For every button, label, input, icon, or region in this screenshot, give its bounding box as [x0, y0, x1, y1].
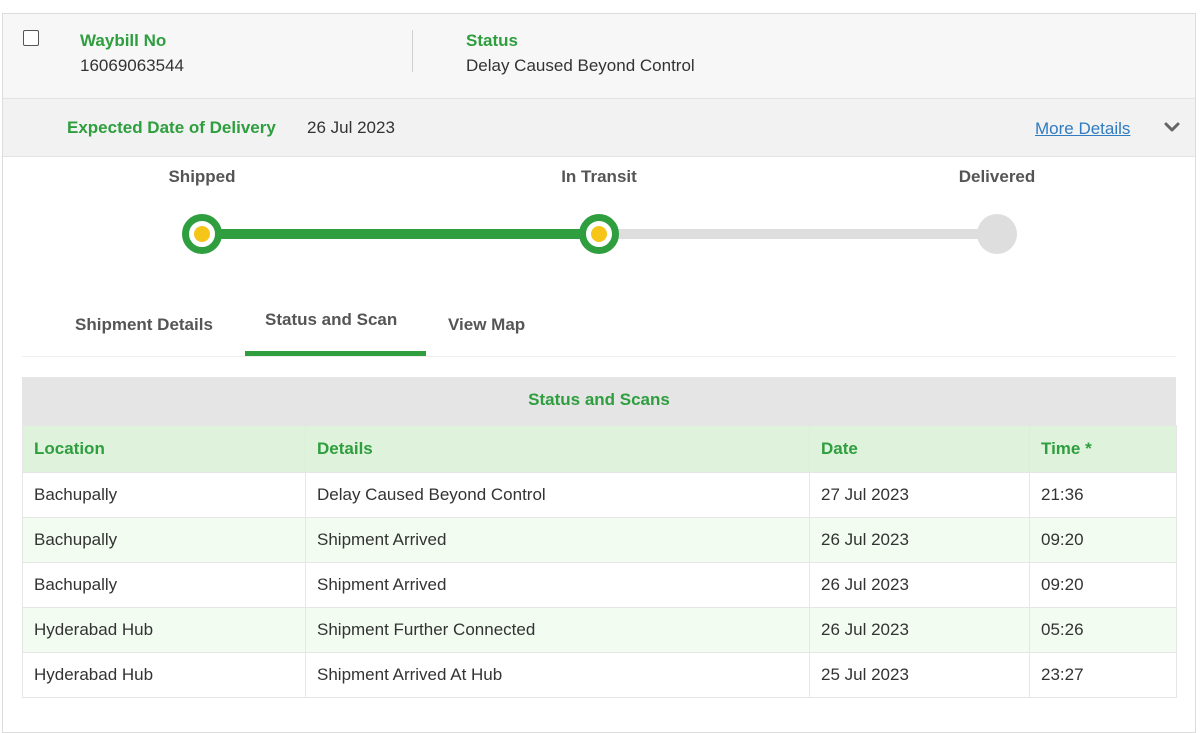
- table-row: Hyderabad Hub Shipment Further Connected…: [22, 607, 1177, 653]
- tab-view-map[interactable]: View Map: [448, 315, 525, 335]
- edd-label: Expected Date of Delivery: [67, 118, 276, 137]
- cell-date: 25 Jul 2023: [809, 652, 1030, 698]
- step-node-in-transit: [579, 214, 619, 254]
- waybill-label: Waybill No: [80, 31, 167, 50]
- table-row: Bachupally Delay Caused Beyond Control 2…: [22, 472, 1177, 518]
- cell-date: 26 Jul 2023: [809, 607, 1030, 653]
- step-label-in-transit: In Transit: [561, 167, 637, 186]
- cell-time: 05:26: [1029, 607, 1177, 653]
- header-divider: [412, 30, 413, 72]
- table-title: Status and Scans: [22, 377, 1176, 425]
- column-header-details: Details: [305, 425, 810, 473]
- waybill-header: Waybill No 16069063544 Status Delay Caus…: [3, 14, 1195, 99]
- chevron-down-icon[interactable]: [1164, 119, 1180, 135]
- step-node-shipped: [182, 214, 222, 254]
- column-header-time: Time *: [1029, 425, 1177, 473]
- cell-location: Hyderabad Hub: [22, 607, 306, 653]
- scans-table: Location Details Date Time * Bachupally …: [22, 425, 1177, 698]
- cell-location: Bachupally: [22, 517, 306, 563]
- cell-date: 26 Jul 2023: [809, 517, 1030, 563]
- more-details-link[interactable]: More Details: [1035, 119, 1130, 139]
- cell-location: Bachupally: [22, 472, 306, 518]
- detail-tabs: Shipment Details Status and Scan View Ma…: [22, 290, 1176, 357]
- status-label: Status: [466, 31, 518, 50]
- table-row: Bachupally Shipment Arrived 26 Jul 2023 …: [22, 517, 1177, 563]
- step-label-shipped: Shipped: [168, 167, 236, 186]
- cell-details: Shipment Arrived: [305, 517, 810, 563]
- cell-location: Hyderabad Hub: [22, 652, 306, 698]
- cell-details: Delay Caused Beyond Control: [305, 472, 810, 518]
- tab-status-and-scan[interactable]: Status and Scan: [265, 310, 397, 330]
- cell-date: 27 Jul 2023: [809, 472, 1030, 518]
- step-label-delivered: Delivered: [958, 167, 1036, 186]
- cell-date: 26 Jul 2023: [809, 562, 1030, 608]
- table-row: Bachupally Shipment Arrived 26 Jul 2023 …: [22, 562, 1177, 608]
- cell-time: 09:20: [1029, 517, 1177, 563]
- progress-track-pending: [599, 229, 997, 239]
- table-header-row: Location Details Date Time *: [22, 425, 1177, 473]
- waybill-number: 16069063544: [80, 56, 185, 75]
- status-value: Delay Caused Beyond Control: [466, 56, 695, 75]
- cell-time: 23:27: [1029, 652, 1177, 698]
- cell-location: Bachupally: [22, 562, 306, 608]
- step-node-delivered: [977, 214, 1017, 254]
- cell-time: 09:20: [1029, 562, 1177, 608]
- cell-details: Shipment Arrived: [305, 562, 810, 608]
- tab-shipment-details[interactable]: Shipment Details: [75, 315, 213, 335]
- column-header-location: Location: [22, 425, 306, 473]
- select-checkbox[interactable]: [23, 30, 39, 46]
- expected-delivery-row: Expected Date of Delivery 26 Jul 2023 Mo…: [3, 99, 1195, 157]
- progress-track-completed: [202, 229, 599, 239]
- column-header-date: Date: [809, 425, 1030, 473]
- cell-details: Shipment Further Connected: [305, 607, 810, 653]
- active-tab-indicator: [245, 351, 426, 356]
- cell-time: 21:36: [1029, 472, 1177, 518]
- table-row: Hyderabad Hub Shipment Arrived At Hub 25…: [22, 652, 1177, 698]
- edd-value: 26 Jul 2023: [307, 118, 395, 137]
- status-scans-table: Status and Scans Location Details Date T…: [22, 377, 1177, 698]
- cell-details: Shipment Arrived At Hub: [305, 652, 810, 698]
